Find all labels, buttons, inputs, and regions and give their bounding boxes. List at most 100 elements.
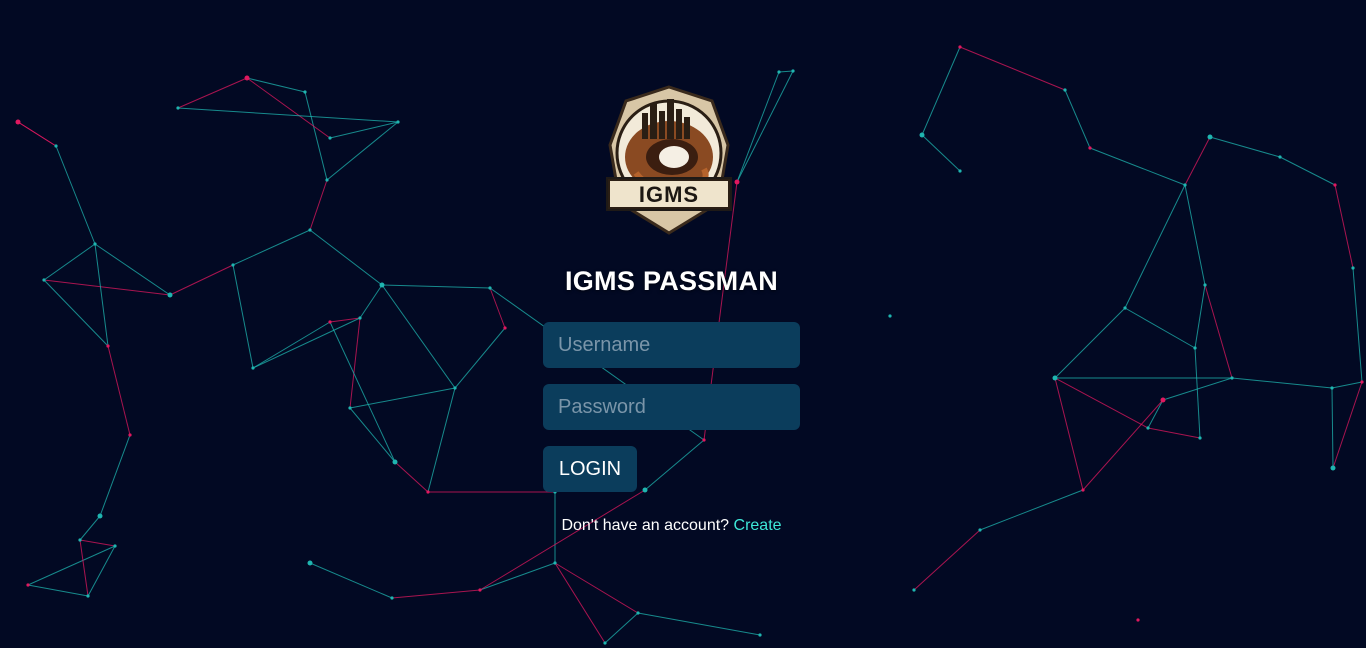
network-line	[87, 545, 116, 597]
network-node	[1333, 183, 1337, 187]
network-line	[304, 91, 328, 181]
network-line	[1184, 184, 1206, 286]
network-node	[379, 282, 385, 288]
network-line	[1332, 381, 1363, 469]
network-line	[79, 515, 101, 541]
network-line	[252, 321, 331, 369]
network-node	[303, 90, 307, 94]
network-node	[978, 528, 982, 532]
network-line	[381, 284, 491, 289]
network-node	[308, 228, 312, 232]
network-line	[637, 612, 761, 636]
network-node	[1278, 155, 1282, 159]
network-line	[107, 345, 131, 436]
network-line	[1331, 387, 1334, 469]
network-line	[1054, 377, 1149, 429]
network-node	[1230, 376, 1234, 380]
network-node	[348, 406, 352, 410]
network-line	[177, 77, 248, 109]
network-node	[1088, 146, 1092, 150]
network-line	[604, 612, 639, 644]
network-node	[912, 588, 916, 592]
network-line	[427, 387, 456, 493]
network-node	[702, 438, 706, 442]
network-line	[1279, 156, 1336, 186]
network-node	[603, 641, 607, 645]
network-line	[1054, 377, 1084, 491]
network-line	[489, 287, 506, 329]
network-line	[1331, 381, 1363, 389]
username-input[interactable]	[543, 322, 800, 368]
network-line	[391, 589, 481, 599]
logo-text: IGMS	[639, 182, 699, 207]
create-account-link[interactable]: Create	[734, 517, 782, 534]
network-node	[1207, 134, 1213, 140]
network-line	[1204, 284, 1233, 379]
network-node	[42, 278, 46, 282]
network-node	[86, 594, 90, 598]
network-node	[553, 561, 557, 565]
network-line	[1231, 377, 1333, 389]
network-line	[1194, 284, 1206, 349]
network-node	[54, 144, 58, 148]
network-node	[93, 242, 97, 246]
network-node	[777, 70, 781, 74]
network-line	[979, 489, 1084, 531]
signup-text: Don't have an account?	[561, 517, 730, 534]
network-node	[488, 286, 492, 290]
network-node	[1081, 488, 1085, 492]
network-node	[734, 179, 740, 185]
network-node	[426, 490, 430, 494]
network-node	[1183, 183, 1187, 187]
network-line	[246, 77, 331, 139]
password-input[interactable]	[543, 384, 800, 430]
network-node	[396, 120, 400, 124]
network-node	[642, 487, 648, 493]
network-line	[309, 179, 328, 231]
network-line	[349, 317, 361, 409]
network-line	[1054, 307, 1126, 379]
network-line	[27, 584, 89, 597]
network-node	[1360, 380, 1364, 384]
network-node	[1330, 465, 1336, 471]
network-node	[244, 75, 250, 81]
network-node	[636, 611, 640, 615]
network-line	[1124, 184, 1186, 309]
igms-logo: IGMS	[606, 85, 732, 235]
network-line	[99, 434, 131, 517]
network-line	[246, 77, 306, 93]
network-node	[167, 292, 173, 298]
network-node	[325, 178, 329, 182]
network-line	[921, 46, 961, 136]
network-line	[55, 145, 96, 245]
network-node	[390, 596, 394, 600]
network-node	[1160, 397, 1166, 403]
network-line	[232, 264, 254, 369]
network-node	[15, 119, 21, 125]
network-line	[359, 284, 383, 319]
network-line	[1194, 347, 1201, 439]
network-line	[736, 71, 780, 183]
network-line	[1082, 399, 1164, 491]
network-line	[778, 70, 794, 73]
network-node	[231, 263, 235, 267]
network-line	[1334, 184, 1354, 269]
network-node	[1136, 618, 1140, 622]
network-node	[958, 45, 962, 49]
network-line	[252, 317, 361, 369]
signup-prompt: Don't have an account? Create	[543, 517, 800, 535]
network-node	[1123, 306, 1127, 310]
network-line	[554, 562, 606, 644]
network-node	[453, 386, 457, 390]
network-line	[79, 539, 116, 547]
login-button[interactable]: LOGIN	[543, 446, 637, 492]
page-title: IGMS PASSMAN	[564, 266, 779, 296]
network-line	[1064, 89, 1091, 149]
network-line	[79, 539, 89, 597]
network-node	[1193, 346, 1197, 350]
network-node	[1146, 426, 1150, 430]
network-line	[232, 229, 311, 266]
network-line	[309, 229, 383, 286]
network-node	[113, 544, 117, 548]
network-node	[1203, 283, 1207, 287]
